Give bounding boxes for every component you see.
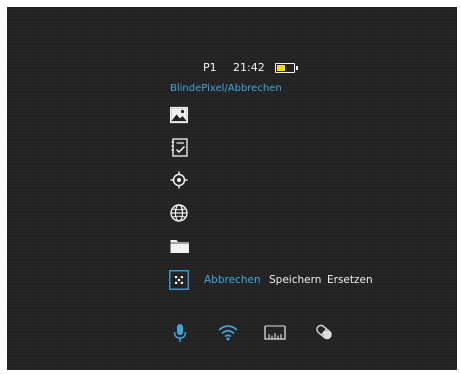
image-icon[interactable] xyxy=(170,106,188,124)
replace-option[interactable]: Ersetzen xyxy=(327,273,373,287)
device-screen: P1 21:42 BlindePixel/Abbrechen Abbrechen… xyxy=(7,7,457,370)
clock: 21:42 xyxy=(233,61,265,74)
microphone-icon[interactable] xyxy=(173,323,195,342)
crosshair-icon[interactable] xyxy=(170,171,188,189)
battery-level xyxy=(277,65,285,71)
status-bar: P1 21:42 xyxy=(7,60,457,76)
ruler-icon[interactable] xyxy=(264,323,286,341)
dead-pixel-icon[interactable] xyxy=(169,270,189,290)
battery-icon xyxy=(275,63,298,73)
profile-indicator: P1 xyxy=(203,61,217,74)
pill-icon[interactable] xyxy=(314,323,336,341)
notebook-check-icon[interactable] xyxy=(171,138,189,157)
cancel-option[interactable]: Abbrechen xyxy=(204,273,261,287)
bad-pixel-row: Abbrechen Speichern Ersetzen xyxy=(7,270,457,290)
folder-icon[interactable] xyxy=(170,238,189,256)
save-option[interactable]: Speichern xyxy=(269,273,321,287)
wifi-icon[interactable] xyxy=(217,323,239,341)
menu-title: BlindePixel/Abbrechen xyxy=(170,83,282,94)
globe-icon[interactable] xyxy=(170,204,188,222)
